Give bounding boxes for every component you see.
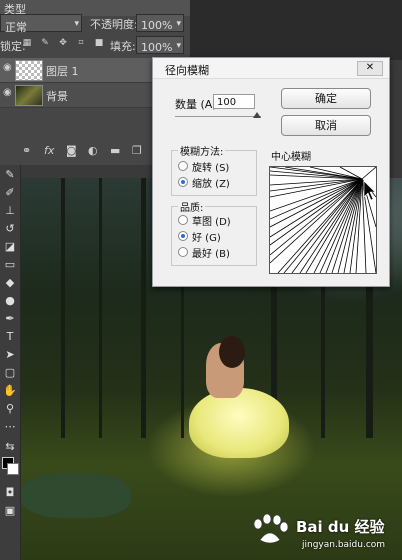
pencil-icon[interactable]: ✐ xyxy=(2,185,18,201)
gradient-icon[interactable]: ▭ xyxy=(2,257,18,273)
close-button[interactable]: ✕ xyxy=(357,61,383,76)
girl-dress xyxy=(189,388,289,458)
blend-mode-select[interactable]: 正常 ▾ xyxy=(0,14,82,34)
watermark-brand: Bai du 经验 xyxy=(296,518,385,536)
tree-trunk xyxy=(61,178,65,438)
radio-good-label[interactable]: 好 (G) xyxy=(192,229,221,244)
type-icon[interactable]: T xyxy=(2,329,18,345)
fill-input[interactable]: 100% ▾ xyxy=(136,36,184,54)
eye-icon[interactable]: ◉ xyxy=(3,63,13,73)
background-color-swatch[interactable] xyxy=(7,463,19,475)
mask-icon[interactable]: ◙ xyxy=(66,144,77,157)
radio-good[interactable] xyxy=(178,231,188,241)
tree-trunk xyxy=(141,178,146,438)
hand-icon[interactable]: ✋ xyxy=(2,383,18,399)
radio-best-label[interactable]: 最好 (B) xyxy=(192,245,230,260)
lock-transparent-icon[interactable]: ▦ xyxy=(22,38,32,48)
screen-mode-icon[interactable]: ▣ xyxy=(2,503,18,519)
history-brush-icon[interactable]: ↺ xyxy=(2,221,18,237)
mouse-cursor-icon xyxy=(363,180,376,201)
blur-center-preview[interactable] xyxy=(269,166,377,274)
zoom-icon[interactable]: ⚲ xyxy=(2,401,18,417)
quality-label: 品质: xyxy=(178,199,206,214)
layer-name: 背景 xyxy=(46,90,68,103)
more-tools-icon[interactable]: ⋯ xyxy=(2,419,18,435)
tools-bar: ✎ ✐ ⊥ ↺ ◪ ▭ ◆ ● ✒ T ➤ ▢ ✋ ⚲ ⋯ ⇆ ◘ ▣ xyxy=(0,165,21,560)
folder-icon[interactable]: ▬ xyxy=(110,144,120,157)
dialog-titlebar[interactable]: 径向模糊 ✕ xyxy=(153,58,389,79)
radial-blur-dialog: 径向模糊 ✕ 数量 (A) 100 确定 取消 模糊方法: 旋转 (S) 缩放 … xyxy=(152,57,390,287)
radio-spin[interactable] xyxy=(178,161,188,171)
radio-zoom-label[interactable]: 缩放 (Z) xyxy=(192,175,230,190)
cancel-button[interactable]: 取消 xyxy=(281,115,371,136)
opacity-label: 不透明度: xyxy=(90,18,138,31)
mossy-stone xyxy=(21,473,131,518)
girl-hair xyxy=(219,336,245,368)
adjustment-icon[interactable]: ◐ xyxy=(88,144,98,157)
path-select-icon[interactable]: ➤ xyxy=(2,347,18,363)
dodge-icon[interactable]: ● xyxy=(2,293,18,309)
blur-method-label: 模糊方法: xyxy=(178,143,226,158)
amount-input[interactable]: 100 xyxy=(213,94,255,109)
baidu-paw-icon xyxy=(253,514,289,544)
radio-zoom[interactable] xyxy=(178,177,188,187)
chevron-down-icon: ▾ xyxy=(176,19,181,29)
quick-mask-icon[interactable]: ◘ xyxy=(2,485,18,501)
pen-icon[interactable]: ✒ xyxy=(2,311,18,327)
fill-label: 填充: xyxy=(110,40,136,53)
radio-best[interactable] xyxy=(178,247,188,257)
tree-trunk xyxy=(99,178,102,438)
blur-icon[interactable]: ◆ xyxy=(2,275,18,291)
baidu-watermark: Bai du 经验 jingyan.baidu.com xyxy=(240,510,400,558)
dialog-title: 径向模糊 xyxy=(165,64,209,77)
opacity-input[interactable]: 100% ▾ xyxy=(136,14,184,32)
eye-icon[interactable]: ◉ xyxy=(3,88,13,98)
amount-label: 数量 (A) xyxy=(175,98,217,111)
fill-value: 100% xyxy=(141,41,173,54)
stamp-icon[interactable]: ⊥ xyxy=(2,203,18,219)
radio-spin-label[interactable]: 旋转 (S) xyxy=(192,159,229,174)
layer-name: 图层 1 xyxy=(46,65,79,78)
quality-group: 品质: 草图 (D) 好 (G) 最好 (B) xyxy=(171,199,257,266)
swap-colors-icon[interactable]: ⇆ xyxy=(2,439,18,455)
chevron-down-icon: ▾ xyxy=(176,41,181,51)
new-layer-icon[interactable]: ❐ xyxy=(132,144,142,157)
zoom-rays-graphic xyxy=(270,167,376,273)
blend-row: 正常 ▾ 不透明度: 100% ▾ xyxy=(0,12,190,34)
amount-slider-thumb[interactable] xyxy=(253,112,261,118)
lock-artboard-icon[interactable]: ⌗ xyxy=(76,38,86,48)
eraser-icon[interactable]: ◪ xyxy=(2,239,18,255)
blur-center-label: 中心模糊 xyxy=(271,152,311,163)
lock-brush-icon[interactable]: ✎ xyxy=(40,38,50,48)
layer-thumbnail xyxy=(15,60,43,81)
top-dark-area xyxy=(190,0,402,60)
lock-move-icon[interactable]: ✥ xyxy=(58,38,68,48)
blend-mode-value: 正常 xyxy=(5,21,27,34)
fx-icon[interactable]: fx xyxy=(44,144,54,157)
ok-button[interactable]: 确定 xyxy=(281,88,371,109)
rectangle-icon[interactable]: ▢ xyxy=(2,365,18,381)
radio-draft[interactable] xyxy=(178,215,188,225)
radio-draft-label[interactable]: 草图 (D) xyxy=(192,213,231,228)
lock-all-icon[interactable]: ■ xyxy=(94,38,104,48)
amount-slider-track[interactable] xyxy=(175,116,261,117)
opacity-value: 100% xyxy=(141,19,173,32)
watermark-url: jingyan.baidu.com xyxy=(302,540,386,550)
link-icon[interactable]: ⚭ xyxy=(22,144,31,157)
lock-row: 锁定: ▦ ✎ ✥ ⌗ ■ 填充: 100% ▾ xyxy=(0,34,190,56)
chevron-down-icon: ▾ xyxy=(74,19,79,29)
layer-thumbnail xyxy=(15,85,43,106)
brush-icon[interactable]: ✎ xyxy=(2,167,18,183)
blur-method-group: 模糊方法: 旋转 (S) 缩放 (Z) xyxy=(171,143,257,196)
